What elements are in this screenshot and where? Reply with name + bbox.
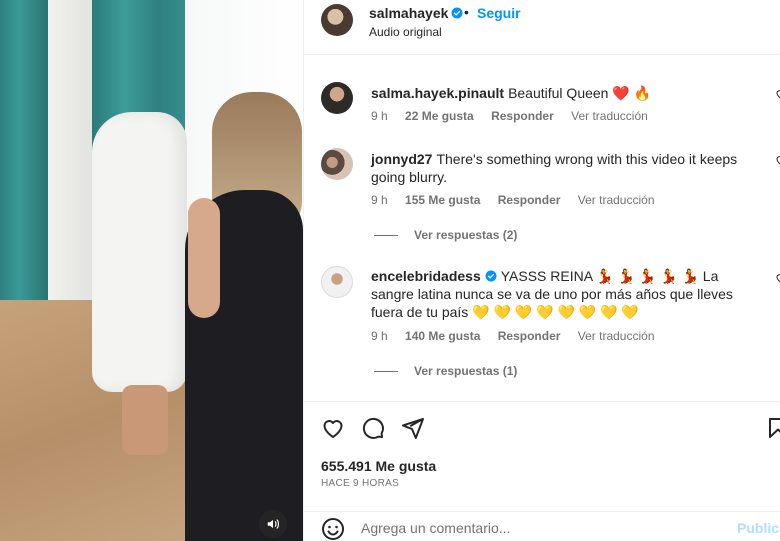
post-timestamp[interactable]: HACE 9 HORAS <box>321 478 399 489</box>
replies-divider <box>374 235 398 237</box>
video-person-arm <box>188 198 220 318</box>
paper-plane-icon[interactable] <box>401 416 425 440</box>
comment-like-heart-icon[interactable] <box>775 272 780 284</box>
video-person-robe <box>92 112 187 392</box>
author-username-row[interactable]: salmahayek <box>369 5 463 21</box>
comment-meta: 9 h 155 Me gusta Responder Ver traducció… <box>371 193 669 207</box>
comment-body: encelebridadess YASSS REINA 💃 💃 💃 💃 💃 La … <box>371 267 746 321</box>
translate-link[interactable]: Ver traducción <box>578 329 655 343</box>
view-replies-label[interactable]: Ver respuestas (2) <box>414 228 517 242</box>
reply-button[interactable]: Responder <box>491 109 554 123</box>
audio-label[interactable]: Audio original <box>369 25 442 39</box>
video-curtain-left <box>0 0 48 320</box>
translate-link[interactable]: Ver traducción <box>571 109 648 123</box>
post-side-panel: salmahayek • Seguir Audio original salma… <box>303 0 780 541</box>
translate-link[interactable]: Ver traducción <box>578 193 655 207</box>
comment-time[interactable]: 9 h <box>371 109 388 123</box>
post-video[interactable] <box>0 0 303 541</box>
comment-likes[interactable]: 22 Me gusta <box>405 109 474 123</box>
comment-username[interactable]: jonnyd27 <box>371 151 432 167</box>
heart-icon[interactable] <box>321 416 345 440</box>
comment-avatar[interactable] <box>321 266 353 298</box>
comment-meta: 9 h 22 Me gusta Responder Ver traducción <box>371 109 662 123</box>
bookmark-icon[interactable] <box>766 416 780 440</box>
video-pillar <box>45 0 95 330</box>
comments-list[interactable]: salma.hayek.pinault Beautiful Queen ❤️ 🔥 … <box>304 56 780 401</box>
comment-like-heart-icon[interactable] <box>775 88 780 100</box>
author-username[interactable]: salmahayek <box>369 5 448 21</box>
comment-meta: 9 h 140 Me gusta Responder Ver traducció… <box>371 329 669 343</box>
comment-likes[interactable]: 155 Me gusta <box>405 193 480 207</box>
publish-button[interactable]: Publicar <box>737 520 780 536</box>
view-replies-button[interactable]: Ver respuestas (2) <box>374 228 517 242</box>
post-header: salmahayek • Seguir Audio original <box>304 0 780 55</box>
reply-button[interactable]: Responder <box>498 193 561 207</box>
comment-input[interactable] <box>361 516 721 540</box>
follow-button[interactable]: Seguir <box>477 5 521 21</box>
comment-username[interactable]: encelebridadess <box>371 268 481 284</box>
smiley-icon[interactable] <box>321 517 345 541</box>
comment-avatar[interactable] <box>321 148 353 180</box>
post-actions: 655.491 Me gusta HACE 9 HORAS <box>304 401 780 511</box>
header-dot-separator: • <box>464 4 469 20</box>
comment-text: Beautiful Queen ❤️ 🔥 <box>508 85 652 101</box>
verified-badge-icon <box>485 270 497 282</box>
comment-bubble-icon[interactable] <box>361 416 385 440</box>
speaker-icon <box>267 519 279 529</box>
sound-toggle-button[interactable] <box>259 510 287 538</box>
comment-likes[interactable]: 140 Me gusta <box>405 329 480 343</box>
add-comment-bar: Publicar <box>304 511 780 541</box>
comment-time[interactable]: 9 h <box>371 193 388 207</box>
reply-button[interactable]: Responder <box>498 329 561 343</box>
replies-divider <box>374 371 398 373</box>
comment-avatar[interactable] <box>321 82 353 114</box>
verified-badge-icon <box>451 7 463 19</box>
post-likes-count[interactable]: 655.491 Me gusta <box>321 458 436 474</box>
comment-body: jonnyd27 There's something wrong with thi… <box>371 150 746 186</box>
video-person-legs <box>122 385 168 455</box>
view-replies-button[interactable]: Ver respuestas (1) <box>374 364 517 378</box>
author-avatar[interactable] <box>321 4 353 36</box>
view-replies-label[interactable]: Ver respuestas (1) <box>414 364 517 378</box>
comment-time[interactable]: 9 h <box>371 329 388 343</box>
comment-username[interactable]: salma.hayek.pinault <box>371 85 504 101</box>
comment-like-heart-icon[interactable] <box>775 154 780 166</box>
comment-body: salma.hayek.pinault Beautiful Queen ❤️ 🔥 <box>371 84 746 102</box>
